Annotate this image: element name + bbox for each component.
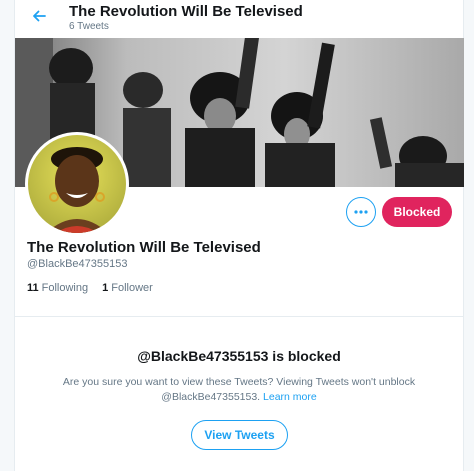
header-title: The Revolution Will Be Televised bbox=[69, 3, 303, 20]
more-horizontal-icon bbox=[354, 210, 368, 214]
blocked-message-handle: @BlackBe47355153. bbox=[161, 391, 261, 403]
tweet-count: 6 Tweets bbox=[69, 21, 109, 32]
more-button[interactable] bbox=[346, 197, 376, 227]
arrow-left-icon bbox=[33, 10, 46, 22]
blocked-message-text: Are you sure you want to view these Twee… bbox=[62, 376, 416, 388]
avatar-photo bbox=[28, 135, 126, 233]
handle: @BlackBe47355153 bbox=[27, 258, 128, 270]
blocked-button[interactable]: Blocked bbox=[382, 197, 452, 227]
following-label: Following bbox=[41, 282, 89, 294]
follower-label: Follower bbox=[111, 282, 153, 294]
profile-header: The Revolution Will Be Televised 6 Tweet… bbox=[15, 0, 463, 38]
follow-stats: 11 Following 1 Follower bbox=[27, 282, 153, 294]
display-name: The Revolution Will Be Televised bbox=[27, 239, 261, 256]
view-tweets-button[interactable]: View Tweets bbox=[191, 420, 288, 450]
blocked-title: @BlackBe47355153 is blocked bbox=[137, 348, 341, 364]
avatar[interactable] bbox=[25, 132, 129, 236]
profile-column: The Revolution Will Be Televised 6 Tweet… bbox=[14, 0, 464, 471]
following-link[interactable]: 11 Following bbox=[27, 282, 88, 294]
follower-count: 1 bbox=[102, 282, 109, 294]
back-button[interactable] bbox=[27, 4, 51, 28]
followers-link[interactable]: 1 Follower bbox=[102, 282, 153, 294]
divider bbox=[15, 316, 463, 317]
blocked-message: Are you sure you want to view these Twee… bbox=[29, 375, 449, 405]
following-count: 11 bbox=[27, 282, 39, 294]
learn-more-link[interactable]: Learn more bbox=[263, 391, 317, 403]
